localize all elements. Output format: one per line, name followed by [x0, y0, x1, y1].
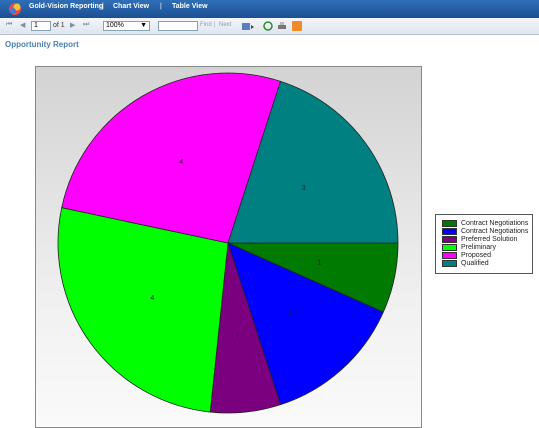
legend-label: Preferred Solution — [461, 236, 518, 243]
chevron-down-icon: ▼ — [140, 22, 147, 29]
find-link[interactable]: Find — [200, 22, 212, 28]
legend-label: Contract Negotiations — [461, 228, 529, 235]
legend-label: Proposed — [461, 252, 491, 259]
find-text-input[interactable] — [158, 21, 198, 31]
legend-item: Preferred Solution — [442, 236, 517, 243]
nav-link-chart-view[interactable]: Chart View — [113, 3, 149, 10]
gold-vision-logo-icon — [9, 3, 21, 15]
slice-value-label: 4 — [179, 159, 183, 166]
find-separator: | — [214, 22, 216, 28]
print-icon[interactable] — [277, 21, 287, 31]
legend-item: Preliminary — [442, 244, 496, 251]
legend-label: Preliminary — [461, 244, 497, 251]
legend-swatch — [442, 236, 457, 243]
nav-separator: | — [102, 3, 104, 10]
legend-swatch — [442, 220, 457, 227]
top-navigation-bar: Gold-Vision Reporting | Chart View | Tab… — [0, 0, 539, 18]
legend-swatch — [442, 252, 457, 259]
refresh-icon[interactable] — [263, 21, 273, 31]
legend-label: Contract Negotiations — [461, 220, 529, 227]
slice-value-label: 4 — [150, 295, 154, 302]
find-next-link[interactable]: Next — [219, 22, 231, 28]
previous-page-icon[interactable]: ◀ — [20, 21, 25, 29]
legend-swatch — [442, 228, 457, 235]
legend-item: Qualified — [442, 260, 489, 267]
nav-link-gold-vision-reporting[interactable]: Gold-Vision Reporting — [29, 3, 103, 10]
legend-item: Contract Negotiations — [442, 220, 528, 227]
slice-value-label: 1 — [318, 259, 322, 266]
nav-separator: | — [160, 3, 162, 10]
chart-legend: Contract Negotiations Contract Negotiatio… — [435, 214, 533, 274]
zoom-select[interactable]: 100% ▼ — [103, 21, 150, 31]
legend-item: Proposed — [442, 252, 491, 259]
zoom-value: 100% — [106, 22, 124, 29]
feed-icon[interactable] — [292, 21, 302, 31]
pie-chart: 1 2 1 4 4 3 — [57, 72, 399, 414]
nav-link-table-view[interactable]: Table View — [172, 3, 208, 10]
legend-item: Contract Negotiations — [442, 228, 528, 235]
last-page-icon[interactable]: ⏭ — [83, 21, 89, 29]
slice-value-label: 2 — [289, 309, 293, 316]
export-icon[interactable] — [241, 21, 255, 32]
legend-swatch — [442, 244, 457, 251]
first-page-icon[interactable]: ⏮ — [6, 21, 12, 29]
page-number-input[interactable]: 1 — [31, 21, 51, 31]
pie-slice — [57, 207, 229, 413]
slice-value-label: 3 — [302, 185, 306, 192]
page-count-label: of 1 — [53, 22, 65, 29]
page-title: Opportunity Report — [5, 40, 79, 49]
legend-swatch — [442, 260, 457, 267]
slice-value-label: 1 — [236, 333, 240, 340]
legend-label: Qualified — [461, 260, 489, 267]
next-page-icon[interactable]: ▶ — [70, 21, 75, 29]
